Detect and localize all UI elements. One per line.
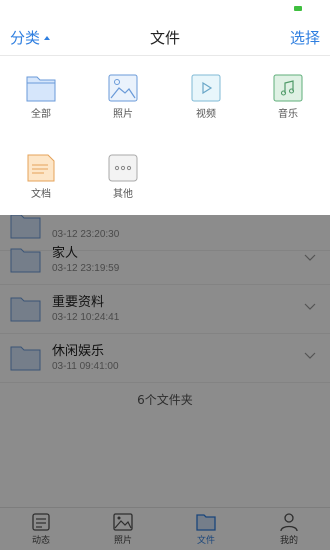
category-label: 照片: [113, 109, 133, 120]
category-all[interactable]: 全部: [11, 74, 71, 120]
category-dropdown-button[interactable]: 分类: [10, 27, 51, 48]
category-label: 全部: [31, 109, 51, 120]
category-label: 视频: [196, 109, 216, 120]
caret-up-icon: [44, 35, 51, 40]
category-video[interactable]: 视频: [176, 74, 236, 120]
battery-icon: [294, 6, 302, 11]
category-photos[interactable]: 照片: [93, 74, 153, 120]
category-documents[interactable]: 文档: [11, 154, 71, 200]
status-bar: [0, 0, 330, 18]
document-icon: [27, 154, 55, 182]
image-icon: [108, 74, 138, 102]
folder-icon: [26, 76, 56, 102]
more-dots-icon: [108, 154, 138, 182]
category-other[interactable]: 其他: [93, 154, 153, 200]
video-play-icon: [191, 74, 221, 102]
category-label: 分类: [10, 29, 41, 47]
select-button[interactable]: 选择: [290, 27, 320, 48]
header-bar: 分类 文件 选择: [0, 18, 330, 56]
category-label: 音乐: [278, 109, 298, 120]
category-music[interactable]: 音乐: [258, 74, 318, 120]
category-label: 其他: [113, 189, 133, 200]
dim-overlay[interactable]: [0, 215, 330, 550]
music-note-icon: [273, 74, 303, 102]
category-panel: 全部 照片 视频 音乐 文档 其他: [0, 56, 330, 215]
category-label: 文档: [31, 189, 51, 200]
